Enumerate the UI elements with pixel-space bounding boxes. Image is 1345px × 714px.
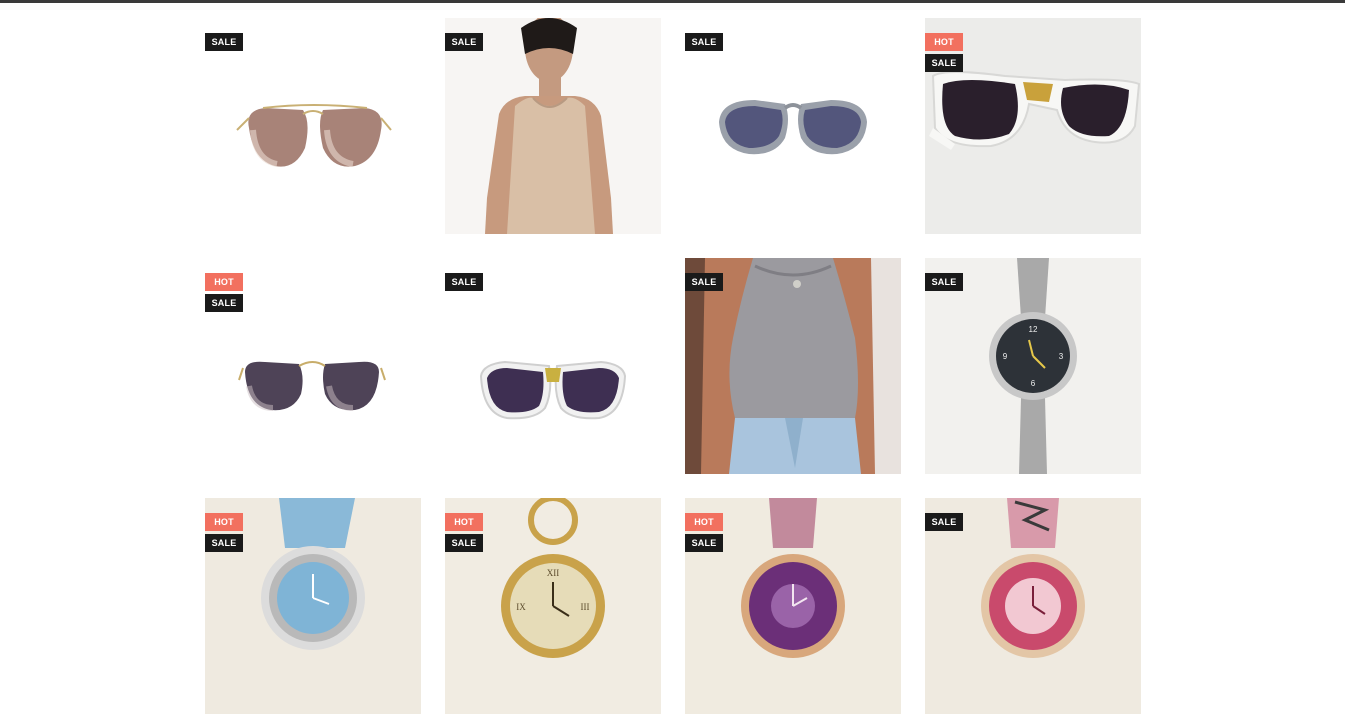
svg-text:6: 6 (1031, 379, 1036, 388)
badge-group: HOT SALE (205, 513, 243, 552)
svg-text:9: 9 (1003, 352, 1008, 361)
product-card[interactable]: SALE (685, 258, 901, 474)
sale-badge: SALE (685, 273, 723, 291)
sale-badge: SALE (685, 534, 723, 552)
product-card[interactable]: 12 3 6 9 SALE (925, 258, 1141, 474)
product-card[interactable]: SALE (445, 258, 661, 474)
badge-group: HOT SALE (445, 513, 483, 552)
product-card[interactable]: HOT SALE (205, 258, 421, 474)
product-card[interactable]: SALE (445, 18, 661, 234)
product-card[interactable]: XII III IX HOT SALE (445, 498, 661, 714)
product-card[interactable]: SALE (925, 498, 1141, 714)
hot-badge: HOT (925, 33, 963, 51)
badge-group: SALE (685, 273, 723, 291)
svg-text:IX: IX (516, 602, 526, 612)
hot-badge: HOT (685, 513, 723, 531)
sale-badge: SALE (205, 33, 243, 51)
badge-group: SALE (685, 33, 723, 51)
badge-group: SALE (205, 33, 243, 51)
product-card[interactable]: HOT SALE (205, 498, 421, 714)
sale-badge: SALE (925, 54, 963, 72)
hot-badge: HOT (205, 273, 243, 291)
hot-badge: HOT (205, 513, 243, 531)
sale-badge: SALE (925, 513, 963, 531)
sale-badge: SALE (445, 534, 483, 552)
top-bar (0, 0, 1345, 3)
badge-group: SALE (925, 513, 963, 531)
svg-text:12: 12 (1029, 325, 1038, 334)
product-card[interactable]: HOT SALE (685, 498, 901, 714)
product-grid: SALE SALE SALE HOT SALE HOT SALE SALE SA… (205, 18, 1141, 714)
badge-group: SALE (925, 273, 963, 291)
sale-badge: SALE (205, 534, 243, 552)
badge-group: SALE (445, 33, 483, 51)
badge-group: HOT SALE (925, 33, 963, 72)
badge-group: HOT SALE (685, 513, 723, 552)
badge-group: SALE (445, 273, 483, 291)
svg-text:XII: XII (547, 568, 560, 578)
badge-group: HOT SALE (205, 273, 243, 312)
sale-badge: SALE (445, 273, 483, 291)
product-card[interactable]: SALE (205, 18, 421, 234)
hot-badge: HOT (445, 513, 483, 531)
sale-badge: SALE (205, 294, 243, 312)
sale-badge: SALE (445, 33, 483, 51)
product-card[interactable]: SALE (685, 18, 901, 234)
sale-badge: SALE (925, 273, 963, 291)
product-card[interactable]: HOT SALE (925, 18, 1141, 234)
svg-text:III: III (581, 602, 590, 612)
sale-badge: SALE (685, 33, 723, 51)
svg-text:3: 3 (1059, 352, 1064, 361)
